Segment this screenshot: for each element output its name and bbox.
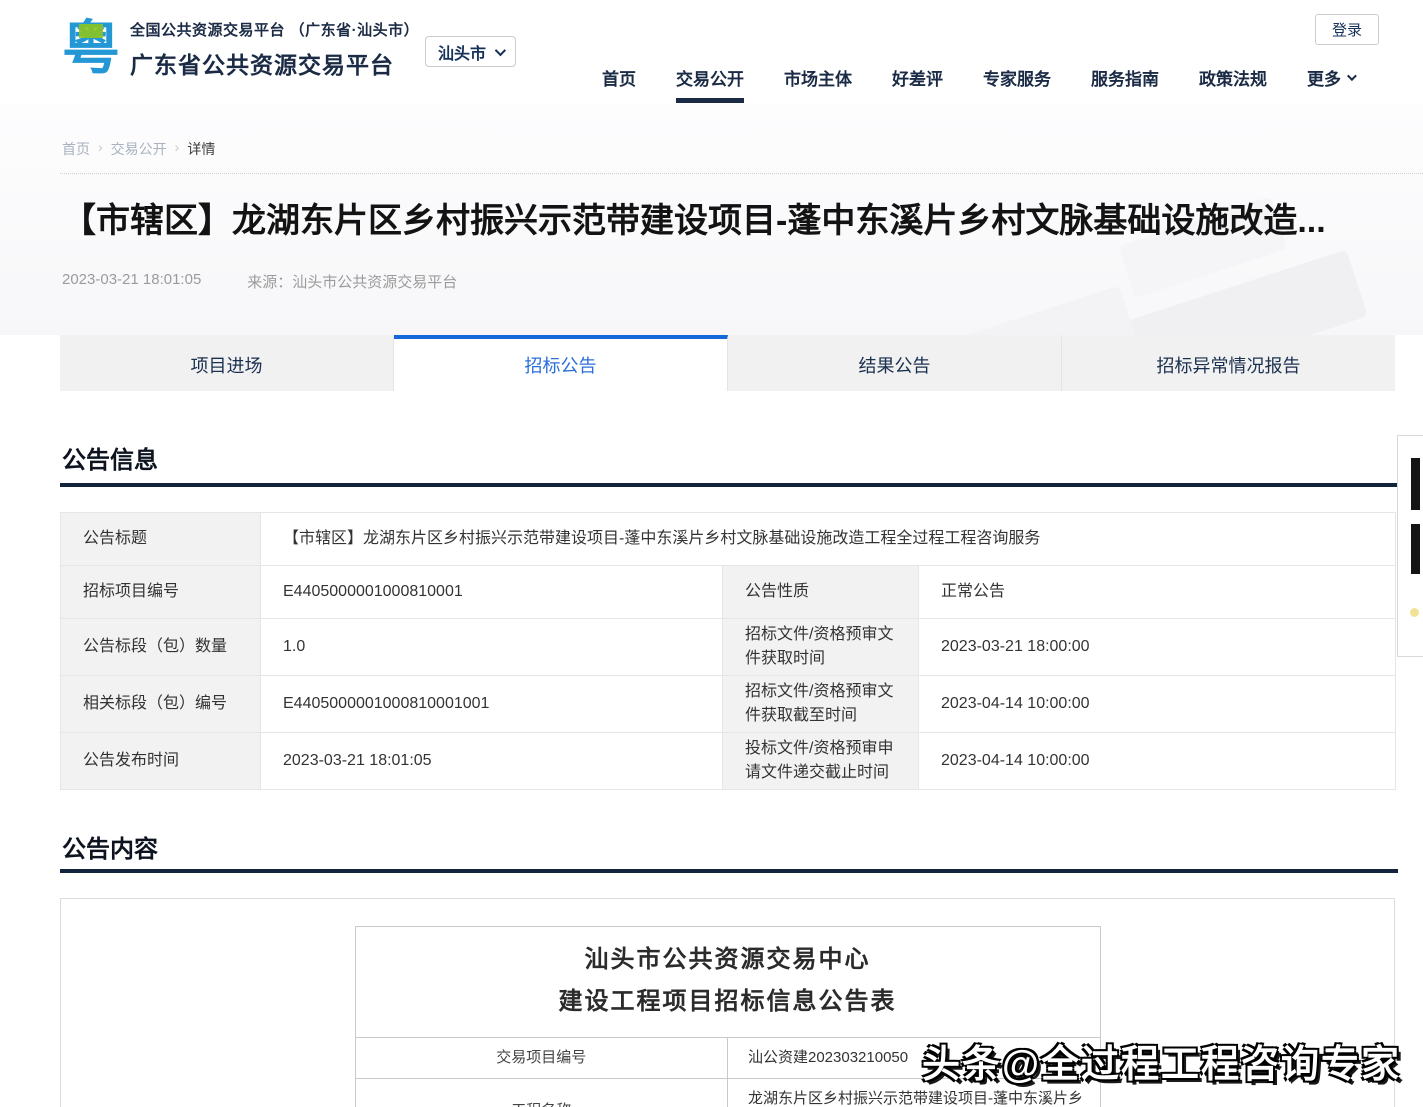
platform-logo-icon: 粤 — [60, 10, 122, 88]
breadcrumb: 首页 › 交易公开 › 详情 — [62, 139, 215, 159]
chevron-down-icon — [495, 44, 506, 55]
page-title: 【市辖区】龙湖东片区乡村振兴示范带建设项目-蓬中东溪片乡村文脉基础设施改造... — [62, 193, 1402, 242]
cell-label: 相关标段（包）编号 — [61, 676, 261, 733]
announcement-info-table: 公告标题 【市辖区】龙湖东片区乡村振兴示范带建设项目-蓬中东溪片乡村文脉基础设施… — [60, 512, 1396, 790]
cell-label: 招标文件/资格预审文件获取截至时间 — [723, 676, 919, 733]
cell-value: 2023-04-14 10:00:00 — [919, 676, 1396, 733]
doc-title-cell: 汕头市公共资源交易中心 建设工程项目招标信息公告表 — [355, 927, 1100, 1038]
cell-label: 交易项目编号 — [355, 1038, 728, 1079]
breadcrumb-current: 详情 — [187, 139, 215, 159]
hero-banner: 首页 › 交易公开 › 详情 【市辖区】龙湖东片区乡村振兴示范带建设项目-蓬中东… — [0, 103, 1423, 335]
nav-item-home[interactable]: 首页 — [602, 52, 636, 103]
platform-brand: 粤 全国公共资源交易平台 （广东省·汕头市） 广东省公共资源交易平台 — [60, 10, 419, 88]
logo-green-accent — [79, 24, 103, 38]
table-row: 相关标段（包）编号 E4405000001000810001001 招标文件/资… — [61, 676, 1396, 733]
breadcrumb-home-link[interactable]: 首页 — [62, 139, 90, 159]
publish-datetime: 2023-03-21 18:01:05 — [62, 271, 201, 292]
nav-item-market-entity[interactable]: 市场主体 — [784, 52, 852, 103]
nav-label: 专家服务 — [983, 65, 1051, 90]
table-row: 公告标段（包）数量 1.0 招标文件/资格预审文件获取时间 2023-03-21… — [61, 619, 1396, 676]
nav-label: 好差评 — [892, 65, 943, 90]
brand-text: 全国公共资源交易平台 （广东省·汕头市） 广东省公共资源交易平台 — [130, 19, 419, 80]
cell-label: 招标项目编号 — [61, 566, 261, 619]
cell-label: 招标文件/资格预审文件获取时间 — [723, 619, 919, 676]
doc-title-line1: 汕头市公共资源交易中心 — [356, 939, 1100, 981]
nav-item-service-guide[interactable]: 服务指南 — [1091, 52, 1159, 103]
cell-label: 公告标段（包）数量 — [61, 619, 261, 676]
cell-value: 2023-03-21 18:01:05 — [261, 733, 723, 790]
breadcrumb-trade-link[interactable]: 交易公开 — [111, 139, 167, 159]
chevron-down-icon — [1347, 71, 1357, 81]
login-button[interactable]: 登录 — [1315, 14, 1379, 45]
clipped-dot-decor — [1410, 608, 1419, 617]
cell-value: 2023-04-14 10:00:00 — [919, 733, 1396, 790]
cell-value: 1.0 — [261, 619, 723, 676]
nav-label: 市场主体 — [784, 65, 852, 90]
table-row: 公告发布时间 2023-03-21 18:01:05 投标文件/资格预审申请文件… — [61, 733, 1396, 790]
city-selector-value: 汕头市 — [438, 40, 486, 64]
nav-label: 政策法规 — [1199, 65, 1267, 90]
tab-abnormal-report[interactable]: 招标异常情况报告 — [1062, 335, 1395, 391]
table-row: 汕头市公共资源交易中心 建设工程项目招标信息公告表 — [355, 927, 1100, 1038]
cell-label: 公告发布时间 — [61, 733, 261, 790]
section-underline — [60, 483, 1398, 487]
table-row: 招标项目编号 E4405000001000810001 公告性质 正常公告 — [61, 566, 1396, 619]
source-label: 来源：汕头市公共资源交易平台 — [247, 271, 457, 292]
cell-value: E4405000001000810001001 — [261, 676, 723, 733]
cell-label: 投标文件/资格预审申请文件递交截止时间 — [723, 733, 919, 790]
breadcrumb-separator: › — [98, 139, 103, 159]
page-meta: 2023-03-21 18:01:05 来源：汕头市公共资源交易平台 — [62, 271, 457, 292]
cell-value: 2023-03-21 18:00:00 — [919, 619, 1396, 676]
nav-label: 服务指南 — [1091, 65, 1159, 90]
section-underline — [60, 869, 1398, 873]
nav-label: 首页 — [602, 65, 636, 90]
cell-label: 公告标题 — [61, 513, 261, 566]
detail-tabs: 项目进场 招标公告 结果公告 招标异常情况报告 — [60, 335, 1395, 391]
dotted-divider — [60, 173, 1423, 174]
doc-title-line2: 建设工程项目招标信息公告表 — [356, 981, 1100, 1023]
cell-value: E4405000001000810001 — [261, 566, 723, 619]
nav-item-rating[interactable]: 好差评 — [892, 52, 943, 103]
main-nav: 首页 交易公开 市场主体 好差评 专家服务 服务指南 政策法规 更多 — [602, 52, 1354, 103]
cell-label: 公告性质 — [723, 566, 919, 619]
tab-tender-notice[interactable]: 招标公告 — [394, 335, 728, 391]
tab-result-notice[interactable]: 结果公告 — [728, 335, 1062, 391]
table-row: 公告标题 【市辖区】龙湖东片区乡村振兴示范带建设项目-蓬中东溪片乡村文脉基础设施… — [61, 513, 1396, 566]
cell-value: 正常公告 — [919, 566, 1396, 619]
city-selector-dropdown[interactable]: 汕头市 — [425, 36, 516, 67]
clipped-text-fragment — [1411, 458, 1420, 510]
nav-item-more[interactable]: 更多 — [1307, 52, 1354, 103]
nav-label: 交易公开 — [676, 65, 744, 90]
cell-label: 工程名称 — [355, 1079, 728, 1107]
nav-item-expert-service[interactable]: 专家服务 — [983, 52, 1051, 103]
toutiao-watermark: 头条@全过程工程咨询专家 — [922, 1033, 1401, 1088]
breadcrumb-separator: › — [175, 139, 180, 159]
nav-item-trade-open[interactable]: 交易公开 — [676, 52, 744, 103]
top-header: 粤 全国公共资源交易平台 （广东省·汕头市） 广东省公共资源交易平台 汕头市 首… — [0, 0, 1423, 103]
keyboard-decor — [929, 286, 1138, 335]
nav-label: 更多 — [1307, 65, 1341, 90]
clipped-text-fragment — [1411, 524, 1420, 574]
section-title-announcement-content: 公告内容 — [62, 829, 158, 864]
tab-project-entry[interactable]: 项目进场 — [60, 335, 394, 391]
brand-provincial-line: 广东省公共资源交易平台 — [130, 46, 419, 80]
floating-sidebar-widget[interactable] — [1397, 435, 1423, 657]
cell-value: 【市辖区】龙湖东片区乡村振兴示范带建设项目-蓬中东溪片乡村文脉基础设施改造工程全… — [261, 513, 1396, 566]
brand-national-line: 全国公共资源交易平台 （广东省·汕头市） — [130, 19, 419, 40]
nav-item-policy[interactable]: 政策法规 — [1199, 52, 1267, 103]
section-title-announcement-info: 公告信息 — [62, 440, 158, 475]
